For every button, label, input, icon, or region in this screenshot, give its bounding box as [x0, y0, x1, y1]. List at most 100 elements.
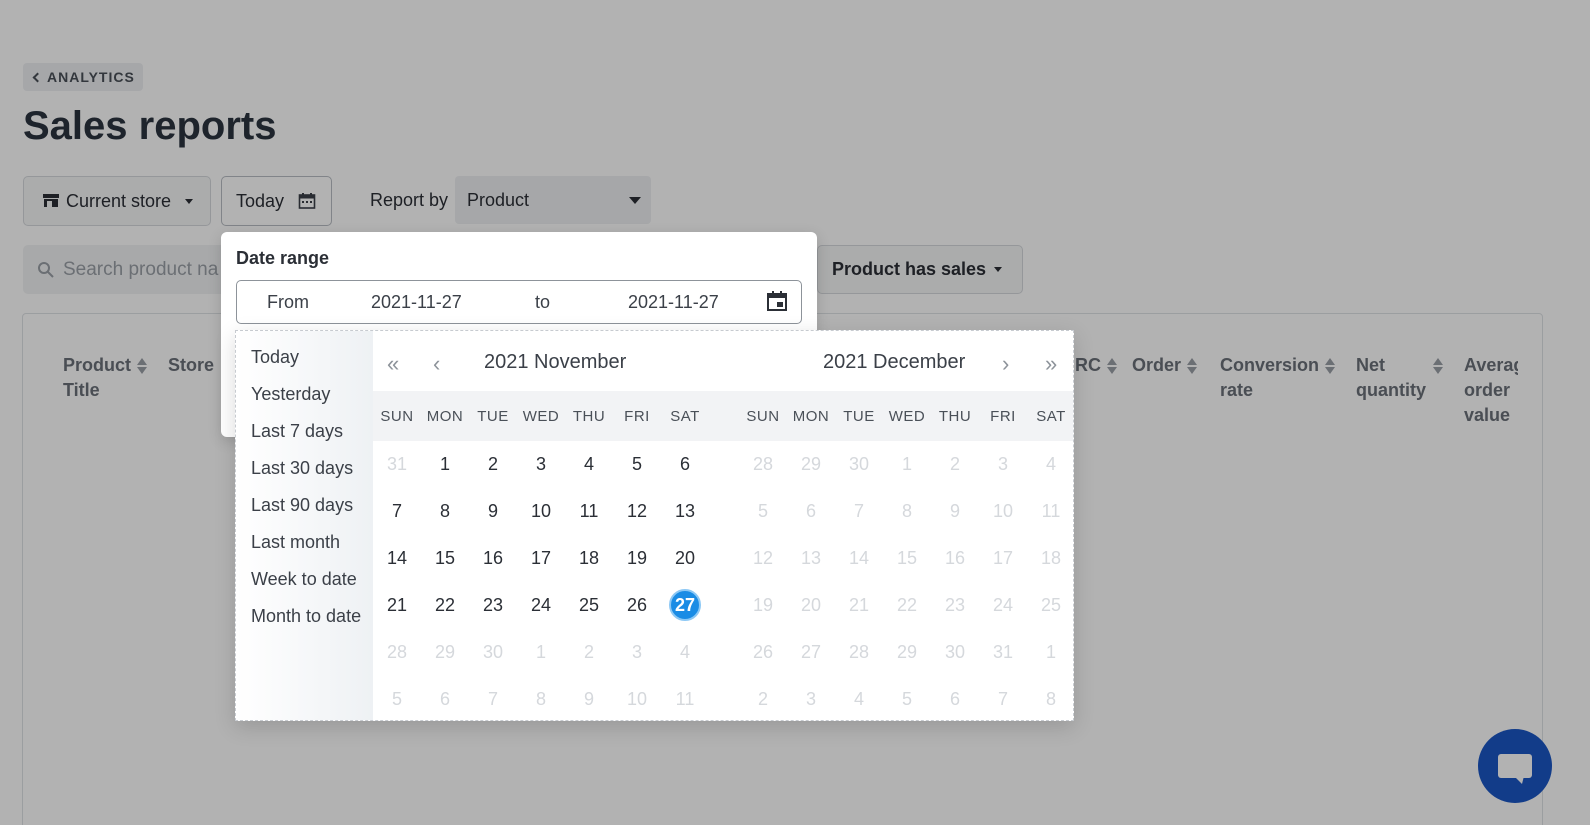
calendar-day[interactable]: 3 — [787, 683, 835, 715]
calendar-day[interactable]: 8 — [517, 683, 565, 715]
date-range-input[interactable]: From 2021-11-27 to 2021-11-27 — [236, 280, 802, 324]
calendar-day[interactable]: 19 — [739, 589, 787, 621]
calendar-day[interactable]: 12 — [739, 542, 787, 574]
calendar-day[interactable]: 8 — [883, 495, 931, 527]
calendar-day[interactable]: 29 — [883, 636, 931, 668]
prev-month-button[interactable]: ‹ — [433, 351, 440, 377]
calendar-day[interactable]: 16 — [469, 542, 517, 574]
calendar-day[interactable]: 22 — [883, 589, 931, 621]
calendar-day[interactable]: 15 — [883, 542, 931, 574]
calendar-day[interactable]: 27 — [787, 636, 835, 668]
calendar-day[interactable]: 24 — [979, 589, 1027, 621]
calendar-day[interactable]: 14 — [835, 542, 883, 574]
preset-week-to-date[interactable]: Week to date — [251, 569, 357, 590]
calendar-day[interactable]: 7 — [469, 683, 517, 715]
calendar-day[interactable]: 21 — [373, 589, 421, 621]
calendar-day[interactable]: 4 — [835, 683, 883, 715]
calendar-day[interactable]: 5 — [883, 683, 931, 715]
calendar-day[interactable]: 2 — [469, 448, 517, 480]
calendar-range-icon[interactable] — [766, 290, 788, 312]
calendar-day[interactable]: 18 — [1027, 542, 1075, 574]
next-month-button[interactable]: › — [1002, 351, 1009, 377]
next-year-button[interactable]: » — [1045, 351, 1057, 377]
calendar-day[interactable]: 25 — [1027, 589, 1075, 621]
calendar-day[interactable]: 3 — [979, 448, 1027, 480]
preset-yesterday[interactable]: Yesterday — [251, 384, 330, 405]
calendar-day[interactable]: 26 — [739, 636, 787, 668]
preset-last-90-days[interactable]: Last 90 days — [251, 495, 353, 516]
calendar-day[interactable]: 10 — [979, 495, 1027, 527]
calendar-day[interactable]: 21 — [835, 589, 883, 621]
calendar-day[interactable]: 31 — [373, 448, 421, 480]
calendar-day[interactable]: 9 — [565, 683, 613, 715]
calendar-day[interactable]: 28 — [835, 636, 883, 668]
calendar-day[interactable]: 8 — [1027, 683, 1075, 715]
to-date-value[interactable]: 2021-11-27 — [628, 292, 719, 313]
calendar-day[interactable]: 11 — [565, 495, 613, 527]
calendar-day[interactable]: 2 — [565, 636, 613, 668]
calendar-day[interactable]: 15 — [421, 542, 469, 574]
from-date-value[interactable]: 2021-11-27 — [371, 292, 462, 313]
calendar-day[interactable]: 26 — [613, 589, 661, 621]
calendar-day[interactable]: 11 — [1027, 495, 1075, 527]
preset-last-month[interactable]: Last month — [251, 532, 340, 553]
calendar-day[interactable]: 22 — [421, 589, 469, 621]
calendar-day[interactable]: 9 — [931, 495, 979, 527]
calendar-day[interactable]: 24 — [517, 589, 565, 621]
calendar-day[interactable]: 6 — [661, 448, 709, 480]
calendar-day[interactable]: 6 — [421, 683, 469, 715]
calendar-day[interactable]: 5 — [613, 448, 661, 480]
calendar-day[interactable]: 9 — [469, 495, 517, 527]
preset-month-to-date[interactable]: Month to date — [251, 606, 361, 627]
calendar-day[interactable]: 1 — [1027, 636, 1075, 668]
calendar-day-selected[interactable]: 27 — [661, 589, 709, 621]
calendar-day[interactable]: 2 — [931, 448, 979, 480]
calendar-day[interactable]: 28 — [373, 636, 421, 668]
calendar-day[interactable]: 6 — [931, 683, 979, 715]
calendar-day[interactable]: 23 — [469, 589, 517, 621]
calendar-day[interactable]: 28 — [739, 448, 787, 480]
calendar-day[interactable]: 16 — [931, 542, 979, 574]
calendar-day[interactable]: 17 — [517, 542, 565, 574]
calendar-day[interactable]: 7 — [979, 683, 1027, 715]
calendar-day[interactable]: 29 — [421, 636, 469, 668]
calendar-day[interactable]: 20 — [661, 542, 709, 574]
calendar-day[interactable]: 6 — [787, 495, 835, 527]
calendar-day[interactable]: 10 — [613, 683, 661, 715]
preset-today[interactable]: Today — [251, 347, 299, 368]
calendar-day[interactable]: 11 — [661, 683, 709, 715]
calendar-day[interactable]: 4 — [661, 636, 709, 668]
calendar-day[interactable]: 4 — [565, 448, 613, 480]
calendar-day[interactable]: 3 — [517, 448, 565, 480]
calendar-day[interactable]: 17 — [979, 542, 1027, 574]
calendar-day[interactable]: 13 — [787, 542, 835, 574]
prev-year-button[interactable]: « — [387, 351, 399, 377]
preset-last-30-days[interactable]: Last 30 days — [251, 458, 353, 479]
calendar-day[interactable]: 31 — [979, 636, 1027, 668]
calendar-day[interactable]: 5 — [373, 683, 421, 715]
calendar-day[interactable]: 19 — [613, 542, 661, 574]
calendar-day[interactable]: 2 — [739, 683, 787, 715]
calendar-day[interactable]: 30 — [931, 636, 979, 668]
calendar-day[interactable]: 8 — [421, 495, 469, 527]
preset-last-7-days[interactable]: Last 7 days — [251, 421, 343, 442]
calendar-day[interactable]: 7 — [373, 495, 421, 527]
calendar-day[interactable]: 14 — [373, 542, 421, 574]
calendar-day[interactable]: 10 — [517, 495, 565, 527]
calendar-day[interactable]: 5 — [739, 495, 787, 527]
calendar-day[interactable]: 1 — [421, 448, 469, 480]
calendar-day[interactable]: 1 — [883, 448, 931, 480]
calendar-day[interactable]: 20 — [787, 589, 835, 621]
calendar-day[interactable]: 12 — [613, 495, 661, 527]
calendar-day[interactable]: 23 — [931, 589, 979, 621]
calendar-day[interactable]: 30 — [469, 636, 517, 668]
calendar-day[interactable]: 7 — [835, 495, 883, 527]
calendar-day[interactable]: 29 — [787, 448, 835, 480]
calendar-day[interactable]: 1 — [517, 636, 565, 668]
calendar-day[interactable]: 4 — [1027, 448, 1075, 480]
calendar-day[interactable]: 25 — [565, 589, 613, 621]
calendar-day[interactable]: 18 — [565, 542, 613, 574]
calendar-day[interactable]: 30 — [835, 448, 883, 480]
calendar-day[interactable]: 3 — [613, 636, 661, 668]
calendar-day[interactable]: 13 — [661, 495, 709, 527]
